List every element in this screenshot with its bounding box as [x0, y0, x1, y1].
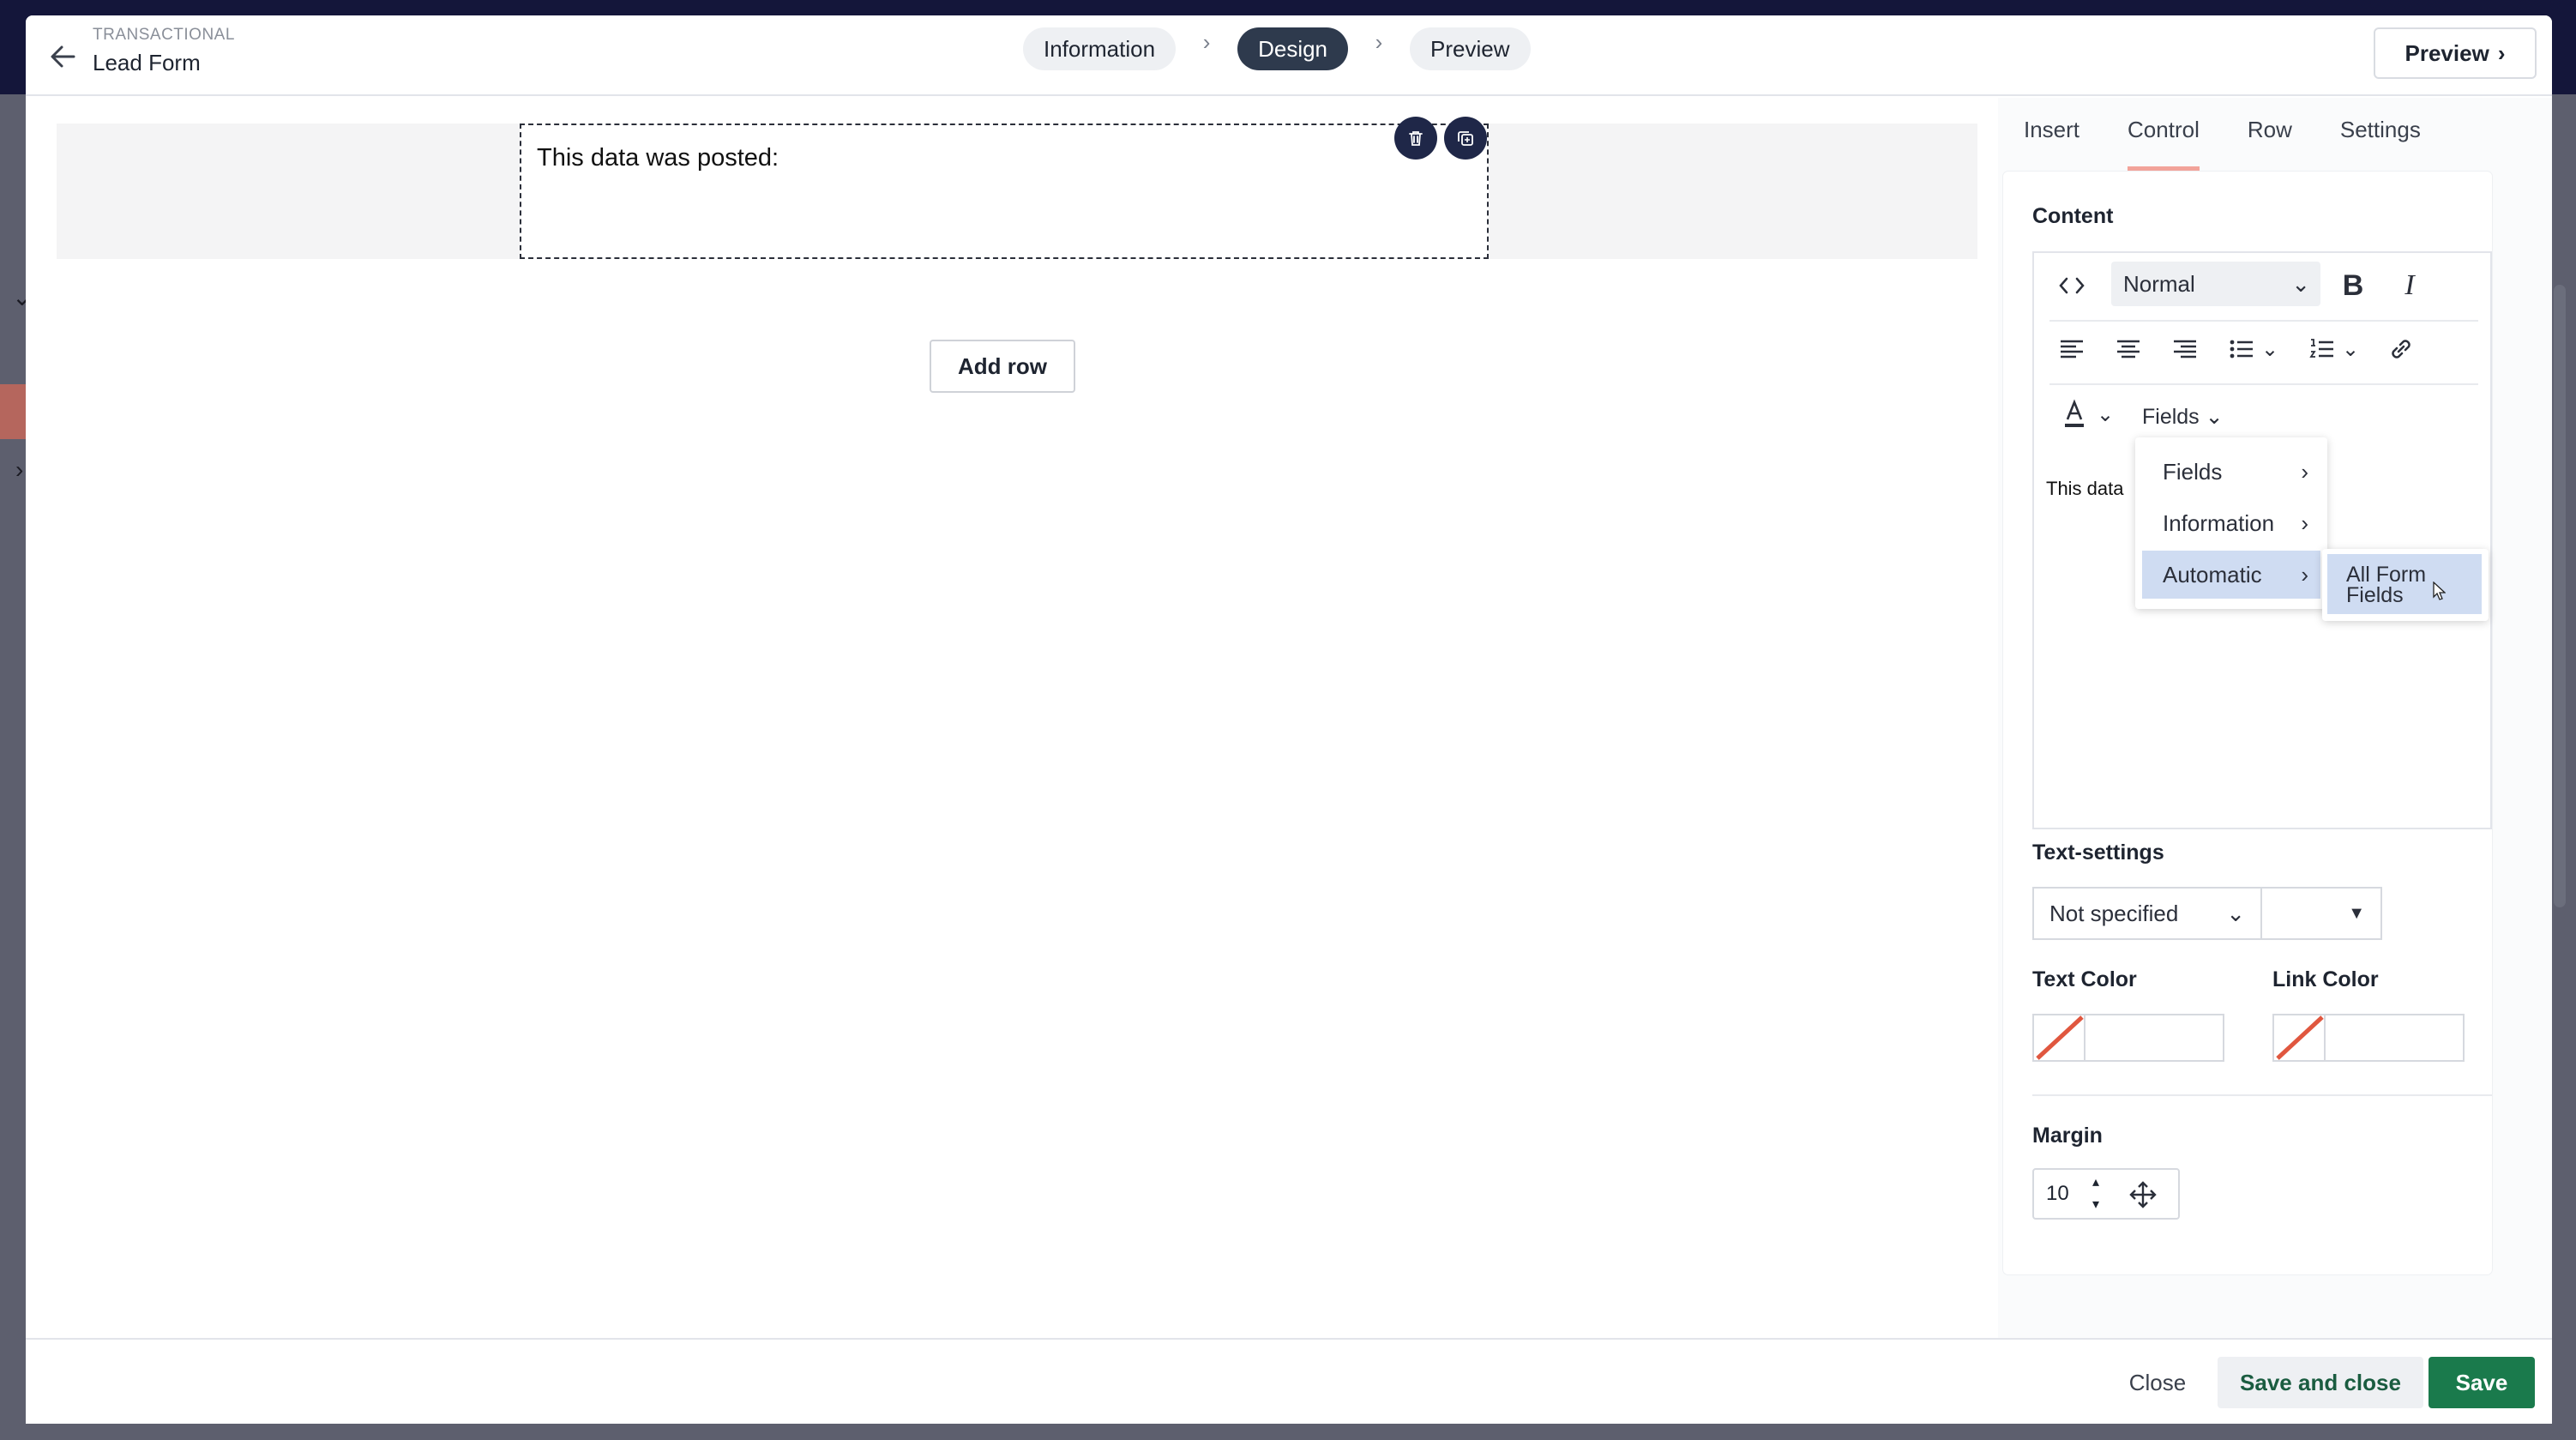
move-icon[interactable] — [2128, 1180, 2158, 1214]
chevron-down-icon[interactable]: ⌄ — [2341, 334, 2360, 365]
text-settings-select[interactable]: Not specified ⌄ — [2032, 887, 2262, 940]
step-information[interactable]: Information — [1023, 27, 1177, 70]
mouse-cursor-icon — [2432, 581, 2447, 600]
chevron-right-icon: › — [1375, 29, 1383, 55]
link-color-label: Link Color — [2272, 967, 2379, 991]
save-button[interactable]: Save — [2429, 1357, 2535, 1408]
text-format-select[interactable]: Normal ⌄ — [2111, 262, 2320, 306]
top-bar: TRANSACTIONAL Lead Form Information › De… — [26, 15, 2552, 96]
fields-menu: Fields › Information › Automatic › — [2135, 437, 2327, 609]
editor-content[interactable]: This data — [2046, 478, 2124, 500]
no-color-swatch-icon — [2034, 1015, 2085, 1060]
tab-control[interactable]: Control — [2128, 111, 2200, 172]
delete-icon[interactable] — [1394, 117, 1437, 160]
align-left-icon[interactable] — [2055, 332, 2089, 366]
form-category: TRANSACTIONAL — [93, 26, 235, 44]
text-color-icon[interactable] — [2058, 397, 2091, 431]
caret-down-icon: ▼ — [2348, 904, 2365, 923]
menu-item-label: Automatic — [2163, 562, 2262, 587]
save-and-close-button[interactable]: Save and close — [2218, 1357, 2423, 1408]
footer-bar: Close Save and close Save — [26, 1338, 2552, 1424]
duplicate-icon[interactable] — [1444, 117, 1487, 160]
preview-button-label: Preview — [2404, 39, 2489, 66]
chevron-right-icon: › — [2301, 510, 2308, 536]
editor-toolbar-row-2: ⌄ ⌄ — [2034, 322, 2492, 385]
align-center-icon[interactable] — [2111, 332, 2146, 366]
menu-item-label: Fields — [2163, 459, 2223, 485]
menu-item-automatic[interactable]: Automatic › — [2142, 551, 2320, 599]
decrement-icon[interactable]: ▾ — [2092, 1196, 2099, 1213]
numbered-list-icon[interactable] — [2305, 332, 2339, 366]
text-color-label: Text Color — [2032, 967, 2137, 991]
chevron-down-icon: ⌄ — [2205, 405, 2224, 429]
no-color-swatch-icon — [2274, 1015, 2326, 1060]
form-title: Lead Form — [93, 50, 201, 75]
step-preview[interactable]: Preview — [1410, 27, 1531, 70]
automatic-submenu: All Form Fields — [2322, 549, 2489, 621]
submenu-item-all-form-fields[interactable]: All Form Fields — [2327, 554, 2482, 614]
tab-insert[interactable]: Insert — [2024, 111, 2079, 172]
fields-dropdown-button[interactable]: Fields ⌄ — [2142, 395, 2224, 438]
menu-item-fields[interactable]: Fields › — [2142, 448, 2320, 496]
chevron-right-icon: › — [2497, 39, 2506, 66]
scrollbar[interactable] — [2554, 285, 2566, 907]
menu-item-information[interactable]: Information › — [2142, 499, 2320, 547]
fields-dropdown-label: Fields — [2142, 405, 2200, 429]
breadcrumb: TRANSACTIONAL Lead Form — [93, 26, 235, 76]
italic-icon[interactable]: I — [2392, 267, 2427, 304]
link-color-picker[interactable] — [2272, 1014, 2465, 1062]
align-right-icon[interactable] — [2168, 332, 2202, 366]
text-settings-label: Text-settings — [2032, 841, 2164, 865]
chevron-down-icon[interactable]: ⌄ — [2260, 334, 2279, 365]
text-format-value: Normal — [2123, 271, 2195, 297]
text-block[interactable]: This data was posted: — [520, 124, 1489, 259]
margin-stepper[interactable]: 10 ▴ ▾ — [2032, 1168, 2180, 1220]
editor-toolbar-row-1: Normal ⌄ B I — [2034, 253, 2492, 316]
chevron-right-icon: › — [2301, 459, 2308, 485]
text-color-picker[interactable] — [2032, 1014, 2224, 1062]
bullet-list-icon[interactable] — [2224, 332, 2259, 366]
code-view-icon[interactable] — [2055, 268, 2089, 303]
link-icon[interactable] — [2384, 332, 2418, 366]
tab-row[interactable]: Row — [2248, 111, 2292, 172]
design-canvas: This data was posted: Add row — [26, 98, 1989, 1341]
chevron-right-icon: › — [2301, 562, 2308, 587]
preview-button[interactable]: Preview › — [2374, 27, 2537, 79]
chevron-down-icon[interactable]: ⌄ — [2096, 399, 2115, 430]
step-design[interactable]: Design — [1237, 27, 1349, 70]
margin-label: Margin — [2032, 1124, 2103, 1148]
divider — [2032, 1094, 2492, 1096]
chevron-right-icon: › — [15, 456, 24, 483]
chevron-down-icon: ⌄ — [2226, 901, 2245, 926]
backdrop-highlight — [0, 384, 26, 439]
bold-icon[interactable]: B — [2336, 267, 2370, 304]
text-block-content: This data was posted: — [537, 144, 779, 172]
add-row-button[interactable]: Add row — [930, 340, 1075, 393]
wizard-steps: Information › Design › Preview — [1023, 27, 1531, 70]
back-arrow-icon[interactable] — [39, 33, 87, 81]
chevron-down-icon: ⌄ — [2291, 271, 2310, 297]
content-label: Content — [2032, 204, 2114, 228]
text-settings-value: Not specified — [2049, 901, 2179, 926]
margin-value[interactable]: 10 — [2046, 1170, 2069, 1218]
text-size-select[interactable]: ▼ — [2260, 887, 2382, 940]
chevron-right-icon: › — [1202, 29, 1211, 55]
close-button[interactable]: Close — [2116, 1357, 2199, 1408]
tab-settings[interactable]: Settings — [2340, 111, 2421, 172]
increment-icon[interactable]: ▴ — [2092, 1173, 2099, 1190]
menu-item-label: Information — [2163, 510, 2275, 536]
panel-tabs: Insert Control Row Settings — [2024, 111, 2469, 172]
